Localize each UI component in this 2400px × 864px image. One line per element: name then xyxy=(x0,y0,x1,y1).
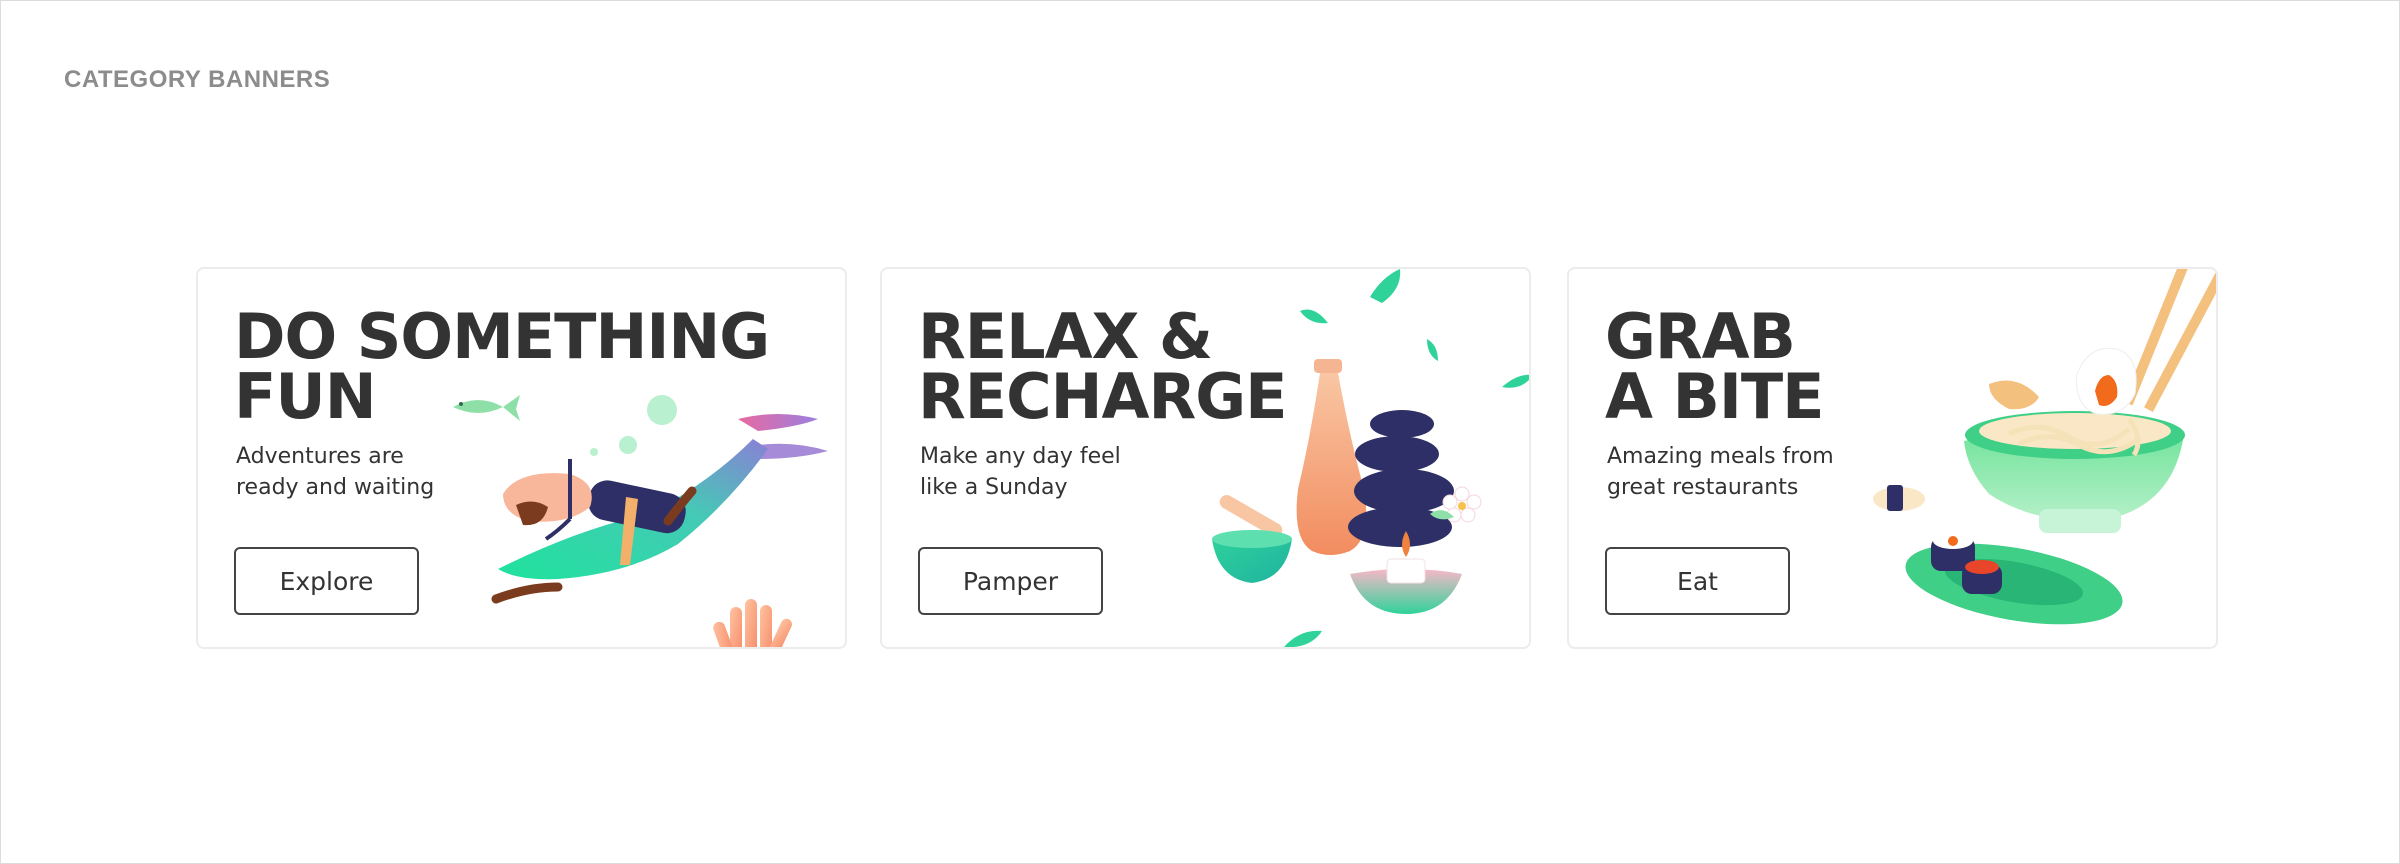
banner-title: GRAB A BITE xyxy=(1605,300,1825,433)
explore-button[interactable]: Explore xyxy=(234,547,419,615)
banner-subtitle: Amazing meals from great restaurants xyxy=(1607,444,1834,500)
banner-subtitle: Make any day feel like a Sunday xyxy=(920,444,1121,500)
banner-card-fun[interactable]: DO SOMETHING FUN Adventures are ready an… xyxy=(196,267,847,649)
banner-card-eat[interactable]: GRAB A BITE Amazing meals from great res… xyxy=(1567,267,2218,649)
eat-button[interactable]: Eat xyxy=(1605,547,1790,615)
section-label: CATEGORY BANNERS xyxy=(64,66,331,93)
banner-title: DO SOMETHING FUN xyxy=(234,300,770,433)
banner-subtitle: Adventures are ready and waiting xyxy=(236,444,435,500)
banner-card-relax[interactable]: RELAX & RECHARGE Make any day feel like … xyxy=(880,267,1531,649)
pamper-button[interactable]: Pamper xyxy=(918,547,1103,615)
banner-title: RELAX & RECHARGE xyxy=(918,300,1287,433)
